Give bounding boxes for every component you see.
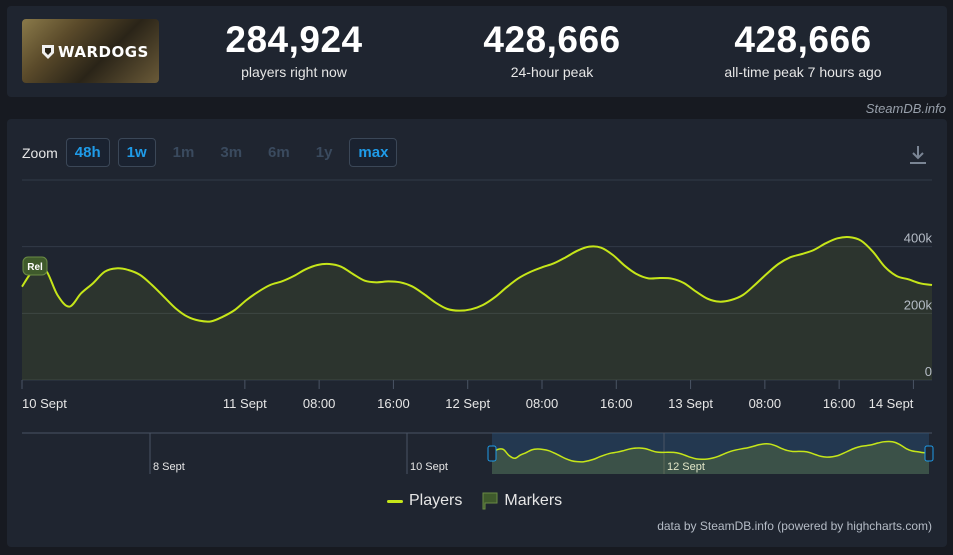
x-tick-label: 13 Sept [668,396,713,411]
release-marker-label: Rel [27,262,43,273]
navigator-label: 10 Sept [410,461,448,473]
x-tick-label: 08:00 [749,396,782,411]
x-tick-label: 16:00 [823,396,856,411]
x-tick-label: 16:00 [600,396,633,411]
y-tick-label: 400k [904,231,933,246]
x-tick-label: 10 Sept [22,396,67,411]
x-tick-label: 16:00 [377,396,410,411]
navigator-label: 8 Sept [153,461,185,473]
x-tick-label: 12 Sept [445,396,490,411]
x-tick-label: 14 Sept [869,396,914,411]
release-marker[interactable]: Rel [22,256,48,276]
x-tick-label: 08:00 [526,396,559,411]
navigator-handle[interactable] [924,445,934,462]
y-tick-label: 200k [904,297,933,312]
y-tick-label: 0 [925,364,932,379]
x-tick-label: 11 Sept [223,396,267,411]
player-count-chart[interactable]: 0 200k 400k 10 Sept 11 Sept 08:00 16:00 12 Sept… [0,0,953,555]
x-tick-label: 08:00 [303,396,336,411]
navigator-handle[interactable] [487,445,497,462]
